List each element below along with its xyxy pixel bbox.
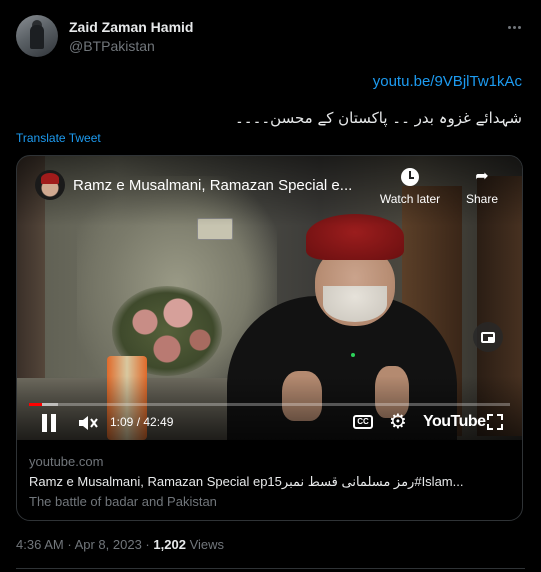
- watch-later-label: Watch later: [379, 192, 441, 206]
- tweet-date[interactable]: Apr 8, 2023: [75, 537, 142, 552]
- clock-icon: [401, 168, 419, 186]
- channel-avatar[interactable]: [35, 170, 65, 200]
- video-frame-detail: [351, 353, 355, 357]
- card-description: The battle of badar and Pakistan: [29, 494, 217, 509]
- author-avatar[interactable]: [16, 15, 58, 57]
- card-title: Ramz e Musalmani, Ramazan Special ep15رم…: [29, 474, 464, 489]
- share-button[interactable]: ➦ Share: [457, 168, 507, 208]
- divider: [16, 568, 525, 569]
- pause-button[interactable]: [41, 414, 57, 432]
- video-frame-detail: [323, 286, 387, 322]
- watch-later-button[interactable]: Watch later: [375, 168, 445, 208]
- views-count: 1,202: [153, 537, 186, 552]
- subtitles-button[interactable]: CC: [353, 415, 373, 429]
- author-name[interactable]: Zaid Zaman Hamid: [69, 19, 193, 35]
- miniplayer-button[interactable]: [473, 322, 503, 352]
- muted-speaker-icon: [79, 416, 98, 430]
- tweet-link[interactable]: youtu.be/9VBjlTw1kAc: [373, 73, 522, 90]
- tweet-footer: 4:36 AM · Apr 8, 2023 · 1,202 Views: [16, 537, 224, 552]
- separator: ·: [67, 537, 72, 552]
- link-card[interactable]: Ramz e Musalmani, Ramazan Special e... W…: [16, 155, 523, 521]
- author-handle[interactable]: @BTPakistan: [69, 38, 155, 54]
- translate-tweet-link[interactable]: Translate Tweet: [16, 131, 101, 145]
- settings-gear-icon[interactable]: ⚙: [389, 412, 409, 432]
- video-player[interactable]: Ramz e Musalmani, Ramazan Special e... W…: [17, 156, 522, 440]
- more-options-icon[interactable]: [503, 16, 525, 38]
- share-label: Share: [465, 192, 499, 206]
- card-meta: youtube.com Ramz e Musalmani, Ramazan Sp…: [29, 454, 509, 509]
- video-time: 1:09 / 42:49: [110, 415, 174, 429]
- video-title[interactable]: Ramz e Musalmani, Ramazan Special e...: [73, 177, 352, 194]
- fullscreen-icon[interactable]: [487, 414, 503, 430]
- miniplayer-icon: [481, 331, 495, 343]
- tweet-text: شہدائے غزوہ بدر ۔۔ پاکستان کے محسن۔۔۔۔: [235, 109, 522, 127]
- views-label: Views: [189, 537, 225, 552]
- progress-fill: [29, 403, 42, 406]
- mute-button[interactable]: [77, 413, 99, 433]
- video-controls: 1:09 / 42:49 CC ⚙ YouTube: [17, 410, 522, 436]
- video-progress-bar[interactable]: [29, 403, 510, 406]
- share-arrow-icon: ➦: [475, 168, 489, 185]
- separator: ·: [145, 537, 150, 552]
- tweet-time[interactable]: 4:36 AM: [16, 537, 64, 552]
- card-domain: youtube.com: [29, 454, 104, 469]
- tweet[interactable]: Zaid Zaman Hamid @BTPakistan youtu.be/9V…: [0, 0, 541, 572]
- youtube-logo[interactable]: YouTube: [423, 413, 486, 431]
